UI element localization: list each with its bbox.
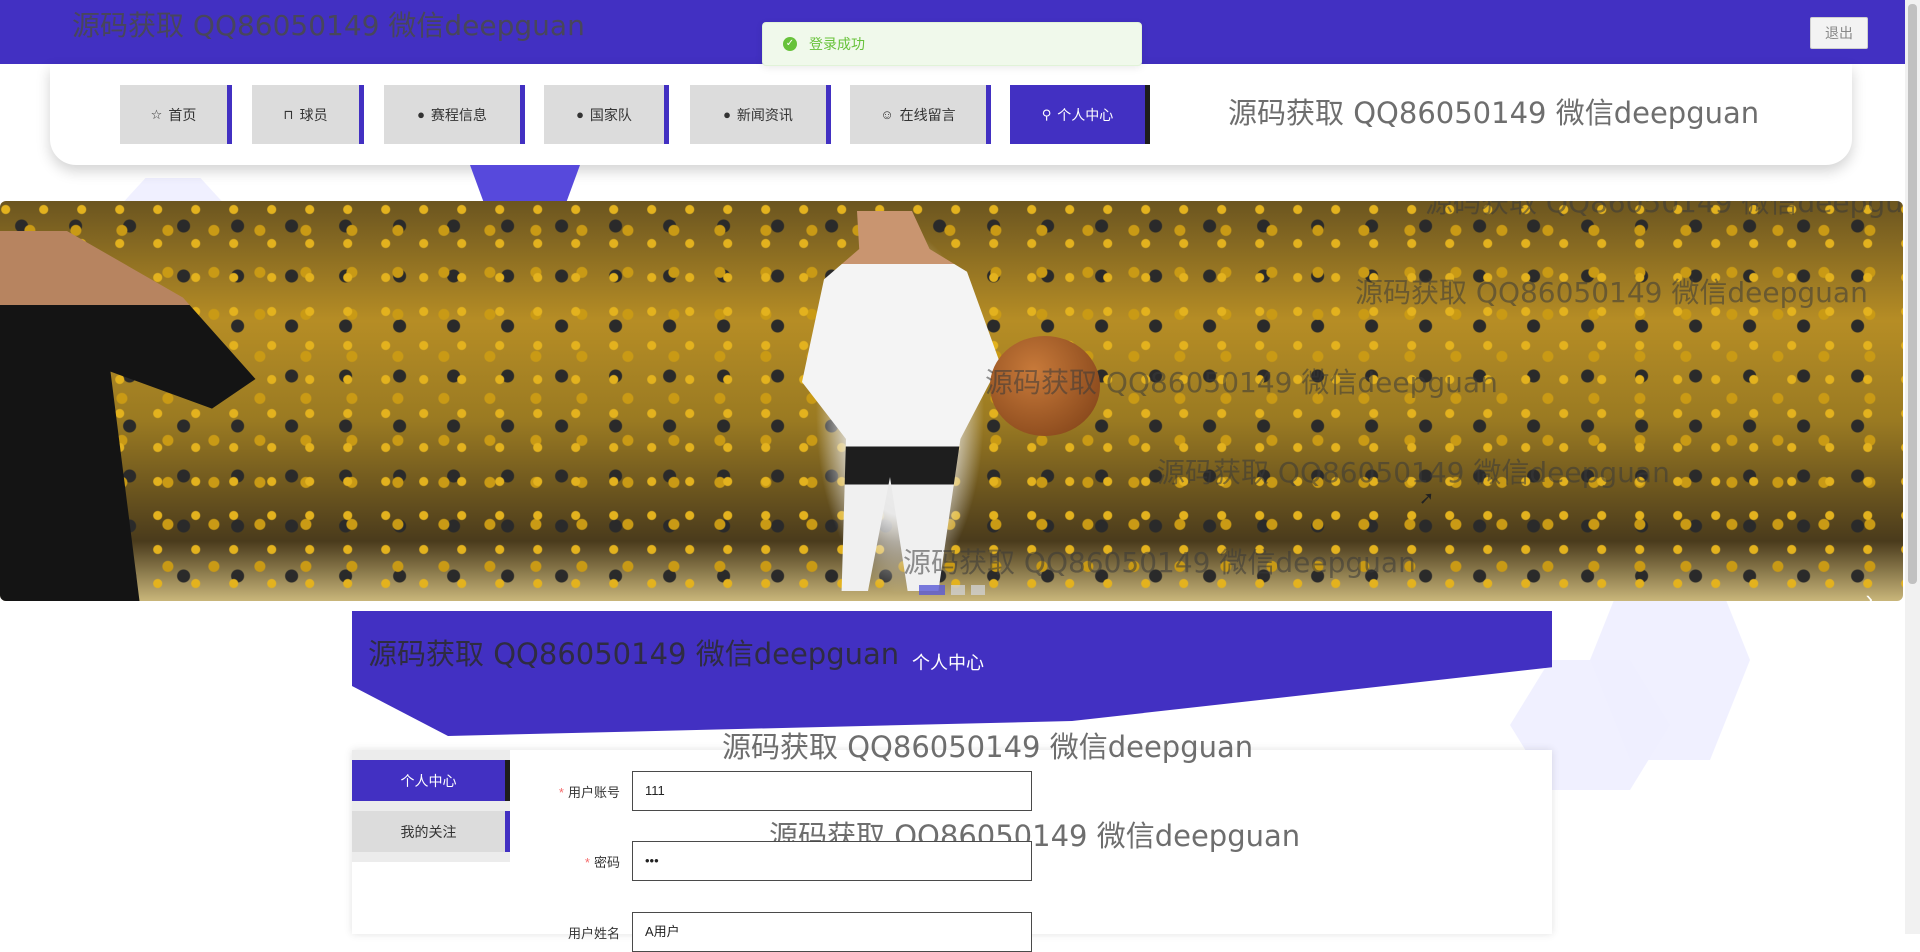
bag-icon: ⊓ bbox=[283, 106, 294, 122]
account-input[interactable]: 111 bbox=[632, 771, 1032, 811]
field-label-name: 用户姓名 bbox=[567, 926, 620, 941]
nav-label: 新闻资讯 bbox=[736, 106, 793, 123]
required-marker: * bbox=[558, 785, 564, 800]
watermark-text: 源码获取 QQ86050149 微信deepguan bbox=[1157, 456, 1670, 489]
watermark-text: 源码获取 QQ86050149 微信deepguan bbox=[1228, 96, 1760, 130]
question-icon: ● bbox=[576, 107, 584, 122]
nav-messages[interactable]: ☺ 在线留言 bbox=[850, 85, 991, 144]
carousel-dot[interactable] bbox=[971, 585, 985, 595]
info-icon: ● bbox=[723, 107, 731, 122]
nav-players[interactable]: ⊓ 球员 bbox=[252, 85, 364, 144]
banner-image-player-left bbox=[0, 231, 256, 601]
success-toast: ✓ 登录成功 bbox=[762, 22, 1142, 66]
logout-button[interactable]: 退出 bbox=[1810, 17, 1868, 49]
watermark-text: 源码获取 QQ86050149 微信deepguan bbox=[1355, 276, 1868, 309]
side-item-personal-center[interactable]: 个人中心 bbox=[352, 760, 510, 801]
nav-news[interactable]: ● 新闻资讯 bbox=[690, 85, 831, 144]
star-icon: ☆ bbox=[150, 106, 163, 122]
user-icon: ⚲ bbox=[1041, 106, 1052, 122]
nav-label: 赛程信息 bbox=[430, 106, 487, 123]
watermark-text: 源码获取 QQ86050149 微信deepguan bbox=[722, 730, 1254, 764]
nav-personal-center[interactable]: ⚲ 个人中心 bbox=[1010, 85, 1150, 144]
carousel-indicators bbox=[919, 585, 985, 595]
nav-national-team[interactable]: ● 国家队 bbox=[544, 85, 669, 144]
nav-home[interactable]: ☆ 首页 bbox=[120, 85, 232, 144]
scrollbar-thumb[interactable] bbox=[1908, 4, 1917, 584]
check-circle-icon: ✓ bbox=[783, 37, 797, 51]
password-input[interactable]: ••• bbox=[632, 841, 1032, 881]
chevron-right-icon[interactable]: › bbox=[1866, 586, 1873, 601]
watermark-text: 源码获取 QQ86050149 微信deepguan bbox=[368, 637, 900, 671]
nav-label: 个人中心 bbox=[1057, 106, 1114, 123]
mouse-cursor-icon: ➚ bbox=[1419, 488, 1435, 508]
section-title: 个人中心 bbox=[912, 653, 984, 673]
banner-image-player bbox=[802, 211, 1000, 591]
field-label-password: * 密码 bbox=[584, 855, 620, 870]
nav-label: 球员 bbox=[299, 106, 328, 123]
watermark-text: 源码获取 QQ86050149 微信deepguan bbox=[903, 546, 1416, 579]
toast-message: 登录成功 bbox=[809, 36, 865, 52]
carousel-dot[interactable] bbox=[951, 585, 965, 595]
watermark-text: 源码获取 QQ86050149 微信deepguan bbox=[985, 366, 1498, 399]
info-icon: ● bbox=[417, 107, 425, 122]
side-item-my-follows[interactable]: 我的关注 bbox=[352, 811, 510, 852]
scrollbar[interactable] bbox=[1905, 0, 1920, 934]
watermark-text: 源码获取 QQ86050149 微信deepguan bbox=[1425, 201, 1903, 219]
carousel-dot[interactable] bbox=[919, 585, 945, 595]
banner-carousel[interactable]: 源码获取 QQ86050149 微信deepguan 源码获取 QQ860501… bbox=[0, 201, 1903, 601]
nav-label: 首页 bbox=[168, 106, 197, 123]
field-label-account: * 用户账号 bbox=[558, 785, 620, 800]
name-input[interactable]: A用户 bbox=[632, 912, 1032, 952]
smile-icon: ☺ bbox=[880, 107, 894, 122]
nav-label: 在线留言 bbox=[899, 106, 956, 123]
nav-label: 国家队 bbox=[589, 106, 632, 123]
watermark-text: 源码获取 QQ86050149 微信deepguan bbox=[72, 9, 585, 42]
nav-card: ☆ 首页 ⊓ 球员 ● 赛程信息 ● 国家队 ● 新闻资讯 ☺ 在线留言 ⚲ 个人中心 源码获… bbox=[50, 64, 1852, 165]
required-marker: * bbox=[584, 855, 590, 870]
decor-tab bbox=[470, 165, 580, 201]
nav-schedule[interactable]: ● 赛程信息 bbox=[384, 85, 525, 144]
